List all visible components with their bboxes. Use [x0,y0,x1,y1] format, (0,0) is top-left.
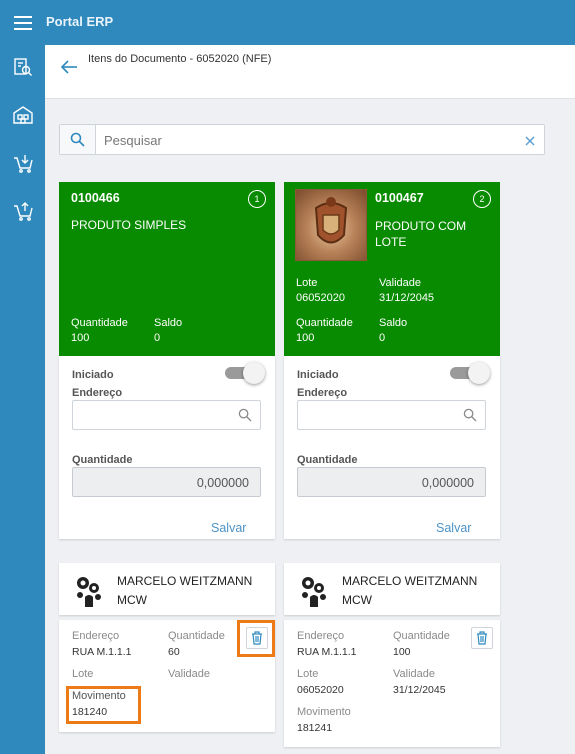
outbound-cart-icon[interactable] [0,189,45,233]
sidebar [0,45,45,754]
started-label: Iniciado [72,369,114,381]
search-icon[interactable] [463,408,477,427]
clear-icon[interactable] [524,135,536,147]
movement-expiry-label: Validade [393,668,435,680]
toggle-knob [243,362,265,384]
inbound-cart-icon[interactable] [0,141,45,185]
search-icon[interactable] [238,408,252,427]
delete-button[interactable] [471,627,493,649]
app-title: Portal ERP [46,14,114,29]
product-name: PRODUTO SIMPLES [71,218,187,232]
user-avatar-icon [297,573,331,607]
balance-label: Saldo [154,317,183,329]
user-name: MARCELO WEITZMANN [117,574,253,588]
balance-value: 0 [379,332,386,344]
quantity-value: 100 [71,332,90,344]
started-toggle[interactable] [225,362,265,384]
product-card-header[interactable]: 0100467 2 PRODUTO COM LOTE Lote 06052020… [284,182,500,356]
address-field[interactable] [72,400,261,430]
movement-quantity-label: Quantidade [393,630,450,642]
document-search-icon[interactable] [0,45,45,89]
user-card: MARCELO WEITZMANN MCW [59,563,275,615]
quantity-field[interactable]: 0,000000 [72,467,261,497]
search-input[interactable] [104,130,514,150]
movement-number-value: 181241 [297,722,333,734]
expiry-value: 31/12/2045 [379,292,435,304]
address-label: Endereço [297,387,348,399]
movement-lot-label: Lote [72,668,94,680]
product-card-body: Iniciado Endereço Quantidade 0,000000 Sa… [284,356,500,539]
quantity-label: Quantidade [71,317,128,329]
product-thumbnail [295,189,367,261]
quantity-field[interactable]: 0,000000 [297,467,486,497]
movement-address-label: Endereço [72,630,120,642]
save-button[interactable]: Salvar [436,521,471,535]
highlight-box [66,686,141,724]
movement-address-value: RUA M.1.1.1 [297,646,357,658]
started-toggle[interactable] [450,362,490,384]
save-button[interactable]: Salvar [211,521,246,535]
started-label: Iniciado [297,369,339,381]
product-name-line2: LOTE [375,235,407,249]
highlight-box [237,620,275,657]
item-index-badge: 1 [248,190,266,208]
user-abbreviation: MCW [342,593,372,607]
movement-quantity-label: Quantidade [168,630,225,642]
hamburger-menu-icon[interactable] [0,0,45,45]
user-name: MARCELO WEITZMANN [342,574,478,588]
movement-lot-value: 06052020 [297,684,344,696]
movement-address-value: RUA M.1.1.1 [72,646,132,658]
user-card: MARCELO WEITZMANN MCW [284,563,500,615]
balance-label: Saldo [379,317,408,329]
movement-expiry-label: Validade [168,668,210,680]
address-field[interactable] [297,400,486,430]
user-abbreviation: MCW [117,593,147,607]
expiry-label: Validade [379,277,421,289]
item-index-badge: 2 [473,190,491,208]
lot-label: Lote [296,277,318,289]
warehouse-icon[interactable] [0,93,45,137]
address-label: Endereço [72,387,123,399]
trash-icon [477,631,487,645]
toggle-knob [468,362,490,384]
top-bar: Portal ERP [0,0,575,45]
quantity-input-label: Quantidade [297,454,358,466]
search-icon[interactable] [60,125,96,154]
movement-address-label: Endereço [297,630,345,642]
movement-number-label: Movimento [297,706,351,718]
product-name-line1: PRODUTO COM [375,219,467,233]
quantity-value: 100 [296,332,315,344]
quantity-label: Quantidade [296,317,353,329]
movement-quantity-value: 100 [393,646,411,658]
back-arrow-icon[interactable] [57,55,81,79]
movement-expiry-value: 31/12/2045 [393,684,446,696]
product-code: 0100467 [375,191,424,205]
search-bar [59,124,545,155]
balance-value: 0 [154,332,161,344]
page-title: Itens do Documento - 6052020 (NFE) [88,53,272,65]
page-header: Itens do Documento - 6052020 (NFE) [45,45,575,99]
product-code: 0100466 [71,191,120,205]
lot-value: 06052020 [296,292,345,304]
product-card-body: Iniciado Endereço Quantidade 0,000000 Sa… [59,356,275,539]
movement-card: Endereço RUA M.1.1.1 Quantidade 100 Lote… [284,620,500,747]
product-card-header[interactable]: 0100466 1 PRODUTO SIMPLES Quantidade 100… [59,182,275,356]
user-avatar-icon [72,573,106,607]
quantity-input-label: Quantidade [72,454,133,466]
movement-lot-label: Lote [297,668,319,680]
movement-quantity-value: 60 [168,646,180,658]
